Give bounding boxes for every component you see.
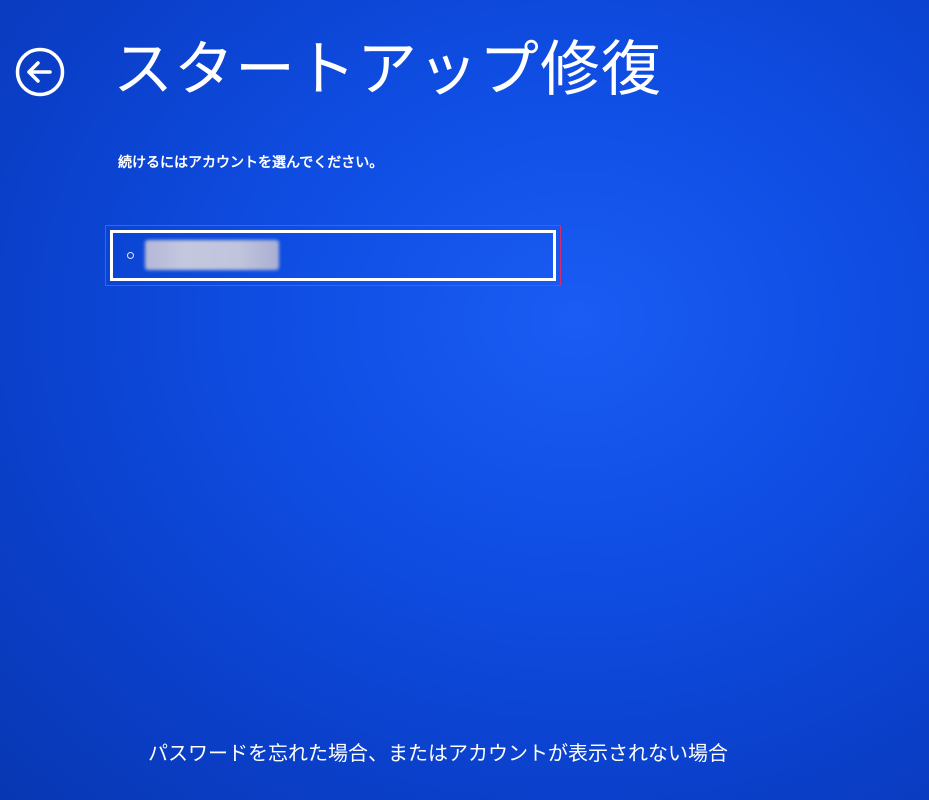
account-name-redacted (145, 240, 279, 270)
instruction-text: 続けるにはアカウントを選んでください。 (118, 155, 384, 171)
page-title: スタートアップ修復 (113, 35, 662, 105)
back-button[interactable] (14, 46, 66, 98)
back-arrow-circle-icon (15, 47, 65, 97)
forgot-password-link[interactable]: パスワードを忘れた場合、またはアカウントが表示されない場合 (148, 738, 728, 768)
account-tile[interactable] (110, 230, 556, 281)
account-radio-icon (127, 252, 134, 259)
